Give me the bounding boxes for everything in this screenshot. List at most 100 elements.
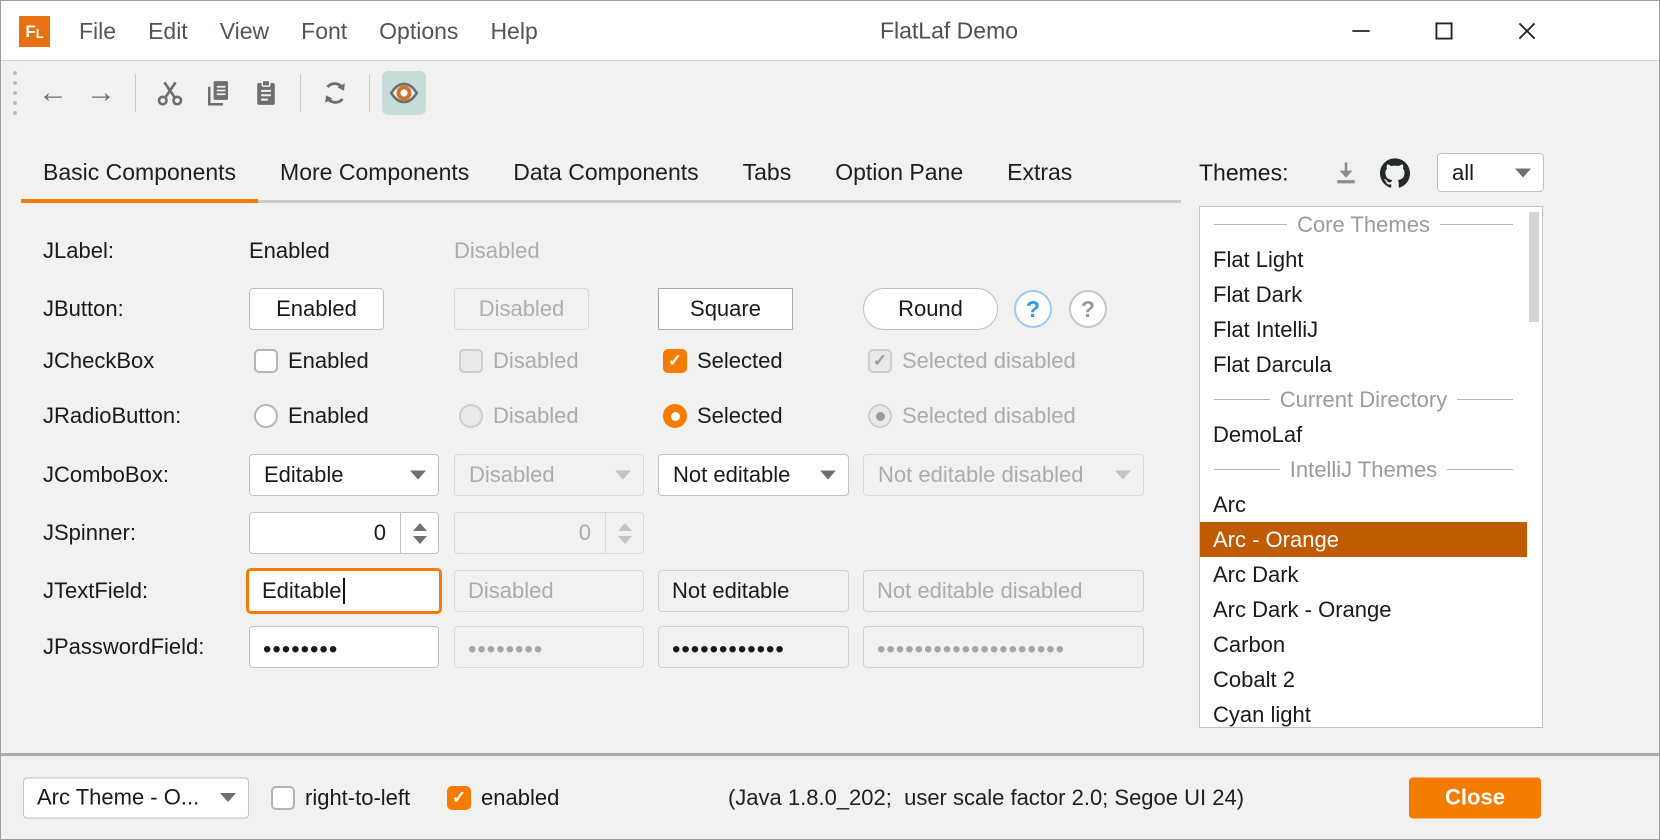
forward-button[interactable]: → — [79, 71, 123, 115]
refresh-button[interactable] — [313, 71, 357, 115]
passwordfield-disabled: •••••••• — [454, 626, 644, 668]
right-to-left-checkbox[interactable]: right-to-left — [271, 785, 410, 811]
refresh-icon — [320, 78, 350, 108]
combobox-disabled: Disabled — [454, 454, 644, 496]
menu-options[interactable]: Options — [363, 18, 474, 45]
close-window-button[interactable] — [1502, 1, 1552, 61]
enabled-button[interactable]: Enabled — [249, 288, 384, 330]
checkbox-icon — [254, 349, 278, 373]
theme-item-arc-dark[interactable]: Arc Dark — [1200, 557, 1527, 592]
theme-category-header: Core Themes — [1200, 207, 1527, 242]
toolbar-separator — [135, 74, 136, 112]
back-button[interactable]: ← — [31, 71, 75, 115]
theme-item-arc-dark-orange[interactable]: Arc Dark - Orange — [1200, 592, 1527, 627]
theme-item-arc-orange[interactable]: Arc - Orange — [1200, 522, 1527, 557]
textfield-editable-focused[interactable]: Editable — [246, 568, 442, 614]
toolbar-grip[interactable] — [13, 71, 17, 115]
github-button[interactable] — [1373, 151, 1417, 195]
passwordfield-not-editable-disabled: •••••••••••••••••••• — [863, 626, 1144, 668]
spinner-arrows[interactable] — [400, 513, 438, 553]
cut-button[interactable] — [148, 71, 192, 115]
flatlaf-demo-window: FL File Edit View Font Options Help Flat… — [0, 0, 1660, 840]
themes-filter-value: all — [1452, 160, 1474, 186]
close-button[interactable]: Close — [1409, 777, 1541, 818]
app-logo-icon: FL — [19, 16, 50, 47]
jlabel-enabled: Enabled — [249, 238, 330, 264]
passwordfield-not-editable: •••••••••••• — [658, 626, 849, 668]
download-themes-button[interactable] — [1324, 151, 1368, 195]
enabled-checkbox[interactable]: ✓ enabled — [447, 785, 559, 811]
round-button[interactable]: Round — [863, 288, 998, 330]
tab-tabs[interactable]: Tabs — [721, 151, 814, 200]
square-button[interactable]: Square — [658, 288, 793, 330]
row-label: JCheckBox — [43, 348, 154, 374]
theme-category-header: IntelliJ Themes — [1200, 452, 1527, 487]
themes-list-scrollbar-thumb[interactable] — [1529, 212, 1539, 322]
clipboard-icon — [251, 78, 281, 108]
copy-button[interactable] — [196, 71, 240, 115]
theme-item-flat-light[interactable]: Flat Light — [1200, 242, 1527, 277]
themes-list: Core Themes Flat Light Flat Dark Flat In… — [1199, 206, 1543, 728]
menu-view[interactable]: View — [204, 18, 285, 45]
chevron-down-icon — [220, 793, 236, 802]
checkbox-icon — [271, 786, 295, 810]
theme-combobox[interactable]: Arc Theme - O... — [23, 777, 249, 818]
tab-data-components[interactable]: Data Components — [491, 151, 720, 200]
row-label: JPasswordField: — [43, 634, 204, 660]
radio-selected[interactable]: Selected — [658, 403, 783, 429]
theme-item-flat-darcula[interactable]: Flat Darcula — [1200, 347, 1527, 382]
menu-edit[interactable]: Edit — [132, 18, 204, 45]
eye-icon — [388, 77, 420, 109]
spinner-enabled[interactable]: 0 — [249, 512, 439, 554]
theme-item-flat-dark[interactable]: Flat Dark — [1200, 277, 1527, 312]
menu-file[interactable]: File — [63, 18, 132, 45]
theme-item-demolaf[interactable]: DemoLaf — [1200, 417, 1527, 452]
minimize-button[interactable] — [1336, 1, 1386, 61]
radio-disabled: Disabled — [454, 403, 579, 429]
maximize-button[interactable] — [1419, 1, 1469, 61]
copy-icon — [203, 78, 233, 108]
radio-enabled[interactable]: Enabled — [249, 403, 369, 429]
spinner-arrows — [605, 513, 643, 553]
back-arrow-icon: ← — [38, 78, 68, 108]
menu-help[interactable]: Help — [474, 18, 553, 45]
checkbox-enabled[interactable]: Enabled — [249, 348, 369, 374]
row-label: JRadioButton: — [43, 403, 181, 429]
chevron-down-icon — [1115, 471, 1131, 480]
tab-basic-components[interactable]: Basic Components — [21, 151, 258, 200]
theme-item-cyan-light[interactable]: Cyan light — [1200, 697, 1527, 728]
paste-button[interactable] — [244, 71, 288, 115]
combobox-editable[interactable]: Editable — [249, 454, 439, 496]
theme-item-flat-intellij[interactable]: Flat IntelliJ — [1200, 312, 1527, 347]
tab-more-components[interactable]: More Components — [258, 151, 491, 200]
combobox-not-editable[interactable]: Not editable — [658, 454, 849, 496]
radio-selected-icon — [663, 404, 687, 428]
textfield-not-editable-disabled: Not editable disabled — [863, 570, 1144, 612]
tab-option-pane[interactable]: Option Pane — [813, 151, 985, 200]
checkbox-selected[interactable]: ✓ Selected — [658, 348, 783, 374]
theme-item-carbon[interactable]: Carbon — [1200, 627, 1527, 662]
radio-selected-disabled: Selected disabled — [863, 403, 1076, 429]
checkbox-disabled: Disabled — [454, 348, 579, 374]
checkbox-icon — [459, 349, 483, 373]
checkbox-checked-icon: ✓ — [447, 786, 471, 810]
passwordfield-editable[interactable]: •••••••• — [249, 626, 439, 668]
disabled-button: Disabled — [454, 288, 589, 330]
show-hidden-toggle-button[interactable] — [382, 71, 426, 115]
tab-extras[interactable]: Extras — [985, 151, 1094, 200]
toolbar-separator — [300, 74, 301, 112]
help-button[interactable]: ? — [1014, 290, 1052, 328]
row-label: JComboBox: — [43, 462, 169, 488]
row-label: JTextField: — [43, 578, 148, 604]
menu-font[interactable]: Font — [285, 18, 363, 45]
row-label: JButton: — [43, 296, 124, 322]
theme-item-cobalt-2[interactable]: Cobalt 2 — [1200, 662, 1527, 697]
minimize-icon — [1348, 18, 1374, 44]
text-caret — [343, 578, 345, 604]
menubar: File Edit View Font Options Help — [63, 1, 554, 61]
jlabel-disabled: Disabled — [454, 238, 540, 264]
themes-filter-combobox[interactable]: all — [1437, 153, 1544, 192]
theme-item-arc[interactable]: Arc — [1200, 487, 1527, 522]
spinner-disabled: 0 — [454, 512, 644, 554]
window-title: FlatLaf Demo — [880, 17, 1018, 44]
